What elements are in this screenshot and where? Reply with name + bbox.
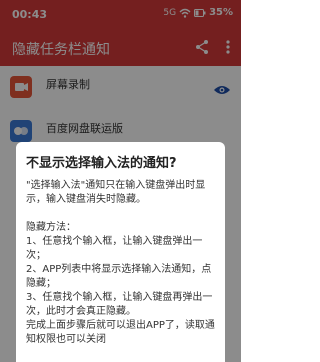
dialog-instruction-line: 2、APP列表中将显示选择输入法通知，点隐藏；: [26, 264, 212, 289]
dialog-instruction-line: 1、任意找个输入框，让输入键盘弹出一次；: [26, 236, 203, 261]
dialog-description: "选择输入法"通知只在输入键盘弹出时显示，输入键盘消失时隐藏。: [26, 180, 206, 205]
dialog-instruction-line: 3、任意找个输入框，让输入键盘再弹出一次，此时才会真正隐藏。: [26, 292, 213, 317]
dialog-title: 不显示选择输入法的通知?: [26, 156, 177, 171]
dialog-instruction-line: 完成上面步骤后就可以退出APP了，读取通知权限也可以关闭: [26, 320, 215, 345]
dialog-instruction-line: 隐藏方法：: [26, 222, 76, 233]
hide-ime-notification-dialog: 不显示选择输入法的通知? "选择输入法"通知只在输入键盘弹出时显示，输入键盘消失…: [16, 142, 225, 362]
